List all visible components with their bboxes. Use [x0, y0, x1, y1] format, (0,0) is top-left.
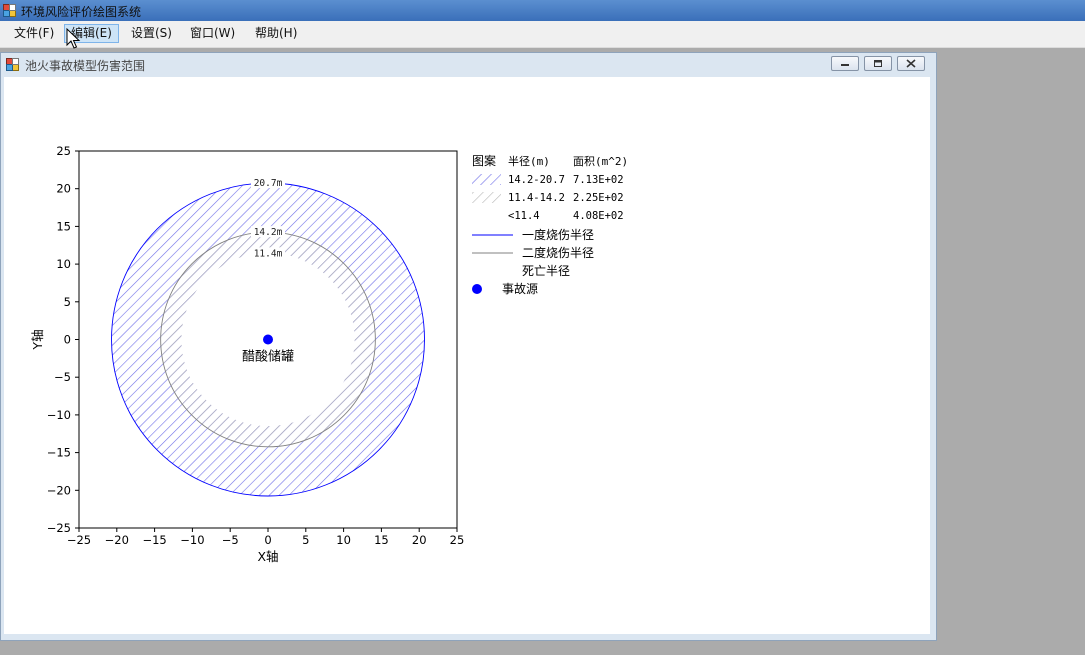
app-titlebar[interactable]: 环境风险评价绘图系统 [0, 0, 1085, 21]
menu-settings[interactable]: 设置(S) [125, 24, 178, 43]
x-tick-label: 10 [336, 533, 351, 547]
x-tick-label: 0 [264, 533, 271, 547]
legend-line-label: 二度烧伤半径 [522, 245, 594, 260]
y-tick-label: 15 [56, 219, 71, 233]
y-tick-label: −20 [47, 483, 71, 497]
x-tick-label: 20 [412, 533, 427, 547]
legend-area-value: 4.08E+02 [573, 210, 624, 222]
menu-file[interactable]: 文件(F) [8, 24, 60, 43]
close-icon [906, 59, 916, 68]
y-tick-label: 20 [56, 182, 71, 196]
menubar: 文件(F) 编辑(E) 设置(S) 窗口(W) 帮助(H) [0, 21, 1085, 48]
mouse-cursor-icon [66, 28, 81, 49]
legend-header-radius: 半径(m) [508, 154, 550, 168]
x-tick-label: 5 [302, 533, 309, 547]
radius-label: 20.7m [254, 178, 283, 189]
accident-source-point [263, 334, 273, 345]
x-tick-label: 15 [374, 533, 389, 547]
child-window-icon [6, 58, 19, 71]
y-tick-label: 0 [64, 333, 71, 347]
legend-area-value: 7.13E+02 [573, 174, 624, 186]
legend-radius-value: 11.4-14.2 [508, 192, 565, 204]
y-tick-label: 25 [56, 144, 71, 158]
x-tick-label: −5 [222, 533, 239, 547]
legend-header-pattern: 图案 [472, 153, 496, 168]
app-title: 环境风险评价绘图系统 [21, 5, 142, 19]
close-button[interactable] [897, 56, 925, 71]
restore-button[interactable] [864, 56, 892, 71]
legend-line-label: 一度烧伤半径 [522, 227, 594, 242]
y-tick-label: −5 [54, 370, 71, 384]
x-tick-label: −10 [180, 533, 204, 547]
y-tick-label: 10 [56, 257, 71, 271]
y-tick-label: −15 [47, 446, 71, 460]
legend-source-label: 事故源 [502, 281, 538, 296]
legend-area-value: 2.25E+02 [573, 192, 624, 204]
minimize-icon [841, 64, 849, 66]
x-tick-label: −25 [67, 533, 91, 547]
y-tick-label: −25 [47, 521, 71, 535]
menu-help[interactable]: 帮助(H) [249, 24, 303, 43]
radius-label: 14.2m [254, 227, 283, 238]
chart-canvas: 20.7m 14.2m 11.4m 醋酸储罐 −25 −20 −15 −10 −5 0 5 10 15 2… [4, 77, 930, 634]
y-tick-label: 5 [64, 295, 71, 309]
child-window-title: 池火事故模型伤害范围 [25, 59, 146, 73]
damage-range-chart: 20.7m 14.2m 11.4m 醋酸储罐 −25 −20 −15 −10 −5 0 5 10 15 2… [30, 144, 628, 564]
radius-label: 11.4m [254, 248, 283, 259]
x-tick-label: 25 [450, 533, 465, 547]
legend-pattern-swatch [472, 174, 501, 185]
y-axis-label: Y轴 [30, 329, 45, 350]
y-tick-label: −10 [47, 408, 71, 422]
x-tick-label: −15 [142, 533, 166, 547]
menu-window[interactable]: 窗口(W) [184, 24, 241, 43]
x-axis-label: X轴 [257, 549, 278, 564]
legend-source-marker [472, 284, 482, 294]
legend-line-label: 死亡半径 [522, 264, 570, 278]
x-tick-label: −20 [105, 533, 129, 547]
restore-icon [874, 60, 882, 67]
legend-radius-value: <11.4 [508, 210, 540, 222]
child-window: 池火事故模型伤害范围 20.7m 14.2m 11.4m 醋酸储罐 −25 −20 −15−… [0, 52, 937, 641]
app-icon [3, 4, 16, 17]
legend-pattern-swatch [472, 192, 501, 203]
legend-radius-value: 14.2-20.7 [508, 174, 565, 186]
legend-header-area: 面积(m^2) [573, 155, 628, 168]
source-label: 醋酸储罐 [242, 349, 294, 365]
child-titlebar[interactable]: 池火事故模型伤害范围 [1, 53, 936, 75]
app-window: 环境风险评价绘图系统 文件(F) 编辑(E) 设置(S) 窗口(W) 帮助(H)… [0, 0, 1085, 655]
minimize-button[interactable] [831, 56, 859, 71]
